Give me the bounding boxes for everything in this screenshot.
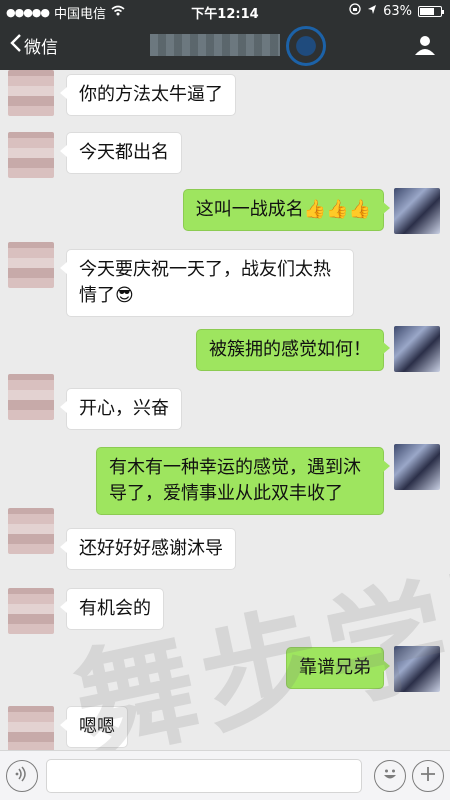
avatar[interactable]	[394, 444, 440, 490]
chevron-left-icon	[10, 33, 22, 58]
rotation-lock-icon	[349, 3, 361, 19]
message-bubble[interactable]: 靠谱兄弟	[286, 647, 390, 689]
input-bar	[0, 750, 450, 800]
chat-area[interactable]: 你的方法太牛逼了 今天都出名 这叫一战成名👍👍👍 今天要庆祝一天了，战友们太热情…	[0, 70, 450, 750]
chat-title-blurred	[150, 34, 280, 56]
message-bubble[interactable]: 嗯嗯	[60, 706, 128, 748]
avatar[interactable]	[8, 242, 54, 288]
avatar[interactable]	[394, 188, 440, 234]
voice-icon	[14, 766, 30, 786]
message-bubble[interactable]: 今天要庆祝一天了，战友们太热情了😎	[60, 249, 354, 317]
message-bubble[interactable]: 有木有一种幸运的感觉，遇到沐导了，爱情事业从此双丰收了	[96, 447, 390, 515]
avatar[interactable]	[8, 706, 54, 750]
avatar[interactable]	[8, 70, 54, 116]
message-bubble[interactable]: 有机会的	[60, 588, 164, 630]
message-input[interactable]	[46, 759, 362, 793]
voice-button[interactable]	[6, 760, 38, 792]
person-icon	[414, 36, 436, 60]
avatar[interactable]	[394, 646, 440, 692]
plus-icon	[419, 765, 437, 787]
battery-percent: 63%	[383, 3, 412, 19]
avatar[interactable]	[8, 588, 54, 634]
back-label: 微信	[24, 38, 58, 58]
message-bubble[interactable]: 你的方法太牛逼了	[60, 74, 236, 116]
avatar[interactable]	[8, 132, 54, 178]
emoji-icon	[380, 764, 400, 788]
watermark-logo	[286, 26, 326, 66]
nav-bar: 微信	[0, 22, 450, 70]
more-button[interactable]	[412, 760, 444, 792]
message-bubble[interactable]: 这叫一战成名👍👍👍	[182, 189, 391, 231]
location-icon	[367, 4, 377, 19]
status-bar: ●●●●● 中国电信 下午12:14 63%	[0, 0, 450, 22]
message-bubble[interactable]: 今天都出名	[60, 132, 182, 174]
message-bubble[interactable]: 开心，兴奋	[60, 388, 182, 430]
message-bubble[interactable]: 还好好好感谢沐导	[60, 528, 236, 570]
avatar[interactable]	[8, 508, 54, 554]
avatar[interactable]	[394, 326, 440, 372]
message-bubble[interactable]: 被簇拥的感觉如何！	[196, 329, 390, 371]
chat-info-button[interactable]	[414, 34, 436, 60]
battery-icon	[418, 5, 444, 17]
avatar[interactable]	[8, 374, 54, 420]
back-button[interactable]: 微信	[10, 33, 58, 58]
emoji-button[interactable]	[374, 760, 406, 792]
